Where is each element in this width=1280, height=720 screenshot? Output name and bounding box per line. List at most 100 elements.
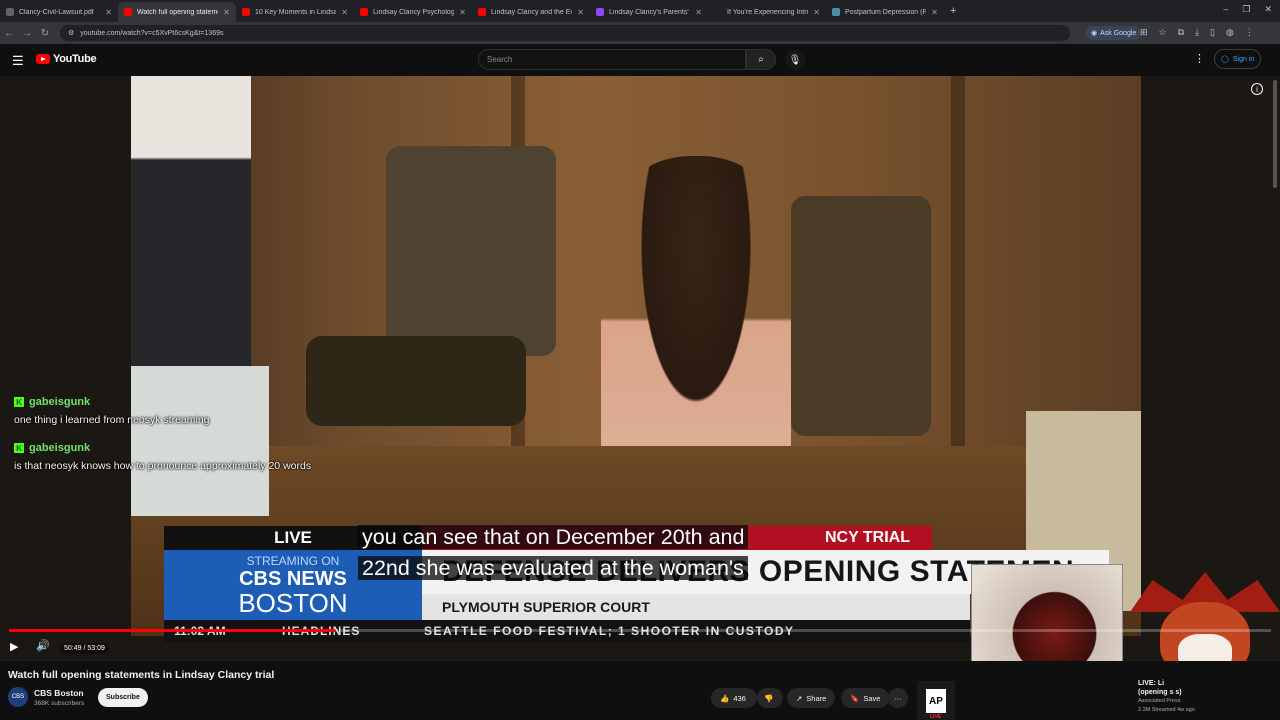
- play-icon[interactable]: ▶: [10, 640, 18, 653]
- lens-icon: ◉: [1091, 30, 1098, 37]
- like-button[interactable]: 👍 436: [711, 688, 757, 708]
- microphone-icon: 🎙: [788, 54, 802, 66]
- chat-username: gabeisgunk: [29, 442, 91, 454]
- share-label: Share: [806, 693, 827, 703]
- tab-close-icon[interactable]: ✕: [105, 8, 112, 17]
- tab-close-icon[interactable]: ✕: [459, 8, 466, 17]
- browser-menu-icon[interactable]: ⋮: [1245, 27, 1254, 38]
- address-bar[interactable]: ⚙ youtube.com/watch?v=c5XvPt6csKg&t=1369…: [60, 25, 1070, 41]
- new-tab-button[interactable]: +: [950, 5, 956, 17]
- caption-line: you can see that on December 20th and: [358, 525, 749, 549]
- browser-tab[interactable]: Clancy-Civil-Lawsuit.pdf ✕: [0, 2, 118, 22]
- browser-tab[interactable]: 10 Key Moments in Lindsay Cla ✕: [236, 2, 354, 22]
- hamburger-menu-icon[interactable]: ☰: [12, 53, 24, 69]
- voice-search-button[interactable]: 🎙: [785, 50, 805, 70]
- subscribe-button[interactable]: Subscribe: [98, 688, 148, 707]
- city-name: BOSTON: [238, 588, 348, 618]
- tab-close-icon[interactable]: ✕: [813, 8, 820, 17]
- related-title-line: LIVE: Li: [1138, 680, 1165, 687]
- browser-tab[interactable]: Lindsay Clancy Psychologist De ✕: [354, 2, 472, 22]
- browser-toolbar: ← → ↻ ⚙ youtube.com/watch?v=c5XvPt6csKg&…: [0, 22, 1280, 44]
- channel-avatar[interactable]: CBS: [8, 687, 28, 707]
- share-button[interactable]: ↗ Share: [787, 688, 836, 708]
- tab-close-icon[interactable]: ✕: [341, 8, 348, 17]
- youtube-header: ☰ YouTube Search ⌕ 🎙 ⋮ ◯ Sign in: [0, 44, 1280, 76]
- sidepanel-icon[interactable]: ▯: [1210, 27, 1215, 38]
- tab-close-icon[interactable]: ✕: [931, 8, 938, 17]
- tab-title: Clancy-Civil-Lawsuit.pdf: [19, 8, 94, 16]
- info-icon[interactable]: i: [1251, 83, 1263, 95]
- save-button[interactable]: 🔖 Save: [841, 688, 890, 708]
- back-icon[interactable]: ←: [0, 28, 18, 39]
- tab-title: Lindsay Clancy and the Eviden: [491, 8, 572, 16]
- sign-in-label: Sign in: [1232, 55, 1255, 63]
- chat-text: is that neosyk knows how to pronounce ap…: [14, 460, 312, 472]
- minimize-icon[interactable]: –: [1223, 4, 1228, 15]
- dislike-button[interactable]: 👎: [757, 688, 783, 708]
- ask-google-button[interactable]: ◉ Ask Google: [1086, 26, 1142, 40]
- search-input[interactable]: Search: [478, 49, 746, 70]
- browser-tab[interactable]: If You're Experiencing Intrusive ✕: [708, 2, 826, 22]
- tab-title: Postpartum Depression (PPD): [845, 8, 927, 16]
- video-title: Watch full opening statements in Lindsay…: [8, 669, 275, 681]
- site-info-icon[interactable]: ⚙: [68, 29, 74, 37]
- search-placeholder: Search: [487, 55, 513, 64]
- page-scrollbar[interactable]: [1273, 80, 1277, 188]
- youtube-logo[interactable]: YouTube: [36, 53, 97, 65]
- video-player[interactable]: i Kgabeisgunk one thing i learned from ne…: [0, 76, 1280, 661]
- settings-menu-icon[interactable]: ⋮: [1194, 52, 1205, 65]
- save-label: Save: [863, 693, 881, 703]
- browser-tab[interactable]: Lindsay Clancy's Parents' $1 M ✕: [590, 2, 708, 22]
- closed-captions: you can see that on December 20th and 22…: [358, 522, 813, 584]
- sign-in-button[interactable]: ◯ Sign in: [1214, 49, 1262, 69]
- tab-favicon-icon: [478, 8, 486, 16]
- subscriber-count: 368K subscribers: [34, 700, 85, 707]
- browser-tab[interactable]: Postpartum Depression (PPD) ✕: [826, 2, 944, 22]
- browser-tab-strip: Clancy-Civil-Lawsuit.pdf ✕ Watch full open…: [0, 0, 1280, 22]
- youtube-play-logo-icon: [36, 54, 50, 64]
- bookmark-star-icon[interactable]: ☆: [1159, 27, 1167, 38]
- channel-name[interactable]: CBS Boston: [34, 688, 84, 698]
- thumbs-down-icon: 👎: [764, 693, 774, 703]
- related-video-thumbnail[interactable]: AP LIVE: [917, 681, 955, 720]
- extensions-icon[interactable]: ⧉: [1178, 27, 1184, 38]
- tab-close-icon[interactable]: ✕: [695, 8, 702, 17]
- youtube-logo-text: YouTube: [53, 53, 97, 65]
- kick-icon: K: [14, 397, 24, 407]
- related-title-line: (opening s s): [1138, 689, 1182, 696]
- browser-tab[interactable]: Watch full opening statements ✕: [118, 2, 236, 22]
- tab-list: Clancy-Civil-Lawsuit.pdf ✕ Watch full open…: [0, 0, 944, 22]
- ap-logo: AP: [926, 689, 946, 713]
- profile-icon[interactable]: ◍: [1226, 27, 1234, 38]
- tab-close-icon[interactable]: ✕: [577, 8, 584, 17]
- tab-close-icon[interactable]: ✕: [223, 8, 230, 17]
- download-icon[interactable]: ⤓: [1195, 27, 1199, 38]
- kick-icon: K: [14, 443, 24, 453]
- reload-icon[interactable]: ↻: [36, 28, 54, 39]
- bookmark-icon: 🔖: [850, 693, 860, 703]
- live-badge: LIVE: [930, 714, 942, 720]
- tab-favicon-icon: [596, 8, 604, 16]
- related-channel: Associated Press: [1138, 698, 1181, 704]
- progress-bar[interactable]: [9, 629, 1271, 632]
- mascot-face: [1178, 634, 1232, 661]
- chat-user: Kgabeisgunk: [14, 442, 358, 454]
- close-window-icon[interactable]: ✕: [1264, 4, 1272, 15]
- forward-icon[interactable]: →: [18, 28, 36, 39]
- tab-title: Watch full opening statements: [137, 8, 218, 16]
- volume-icon[interactable]: 🔊: [36, 639, 50, 652]
- restore-icon[interactable]: ❐: [1242, 4, 1250, 15]
- translate-icon[interactable]: ⊞: [1140, 27, 1148, 38]
- progress-fill: [9, 629, 335, 632]
- related-video-card[interactable]: LIVE: Li (opening s s) Associated Press …: [1138, 679, 1278, 715]
- caption-line: 22nd she was evaluated at the woman's: [358, 556, 748, 580]
- more-actions-button[interactable]: ···: [888, 688, 908, 708]
- tab-favicon-icon: [714, 8, 722, 16]
- tab-title: If You're Experiencing Intrusive: [727, 8, 808, 16]
- tab-favicon-icon: [832, 8, 840, 16]
- court-label: PLYMOUTH SUPERIOR COURT: [422, 594, 970, 620]
- tab-favicon-icon: [124, 8, 132, 16]
- browser-tab[interactable]: Lindsay Clancy and the Eviden ✕: [472, 2, 590, 22]
- search-button[interactable]: ⌕: [746, 49, 776, 70]
- search-icon: ⌕: [758, 54, 764, 65]
